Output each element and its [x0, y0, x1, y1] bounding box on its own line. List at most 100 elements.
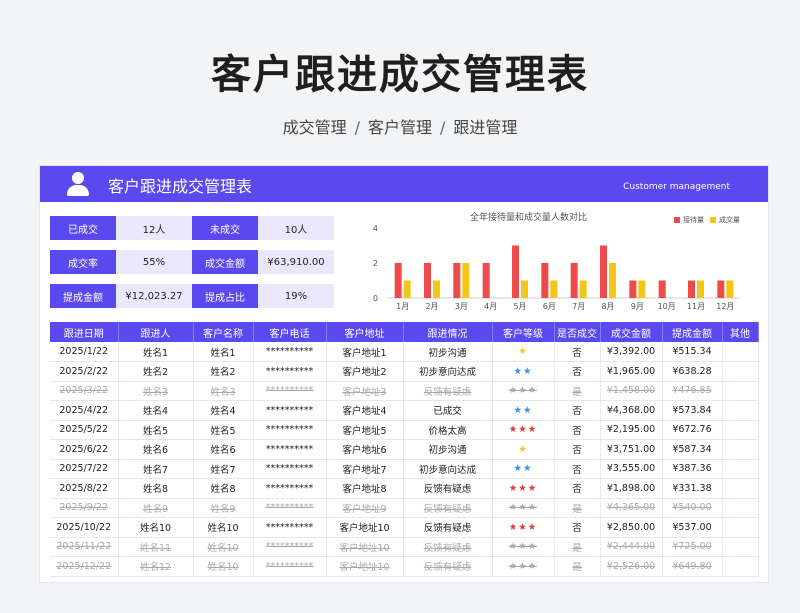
- y-tick-label: 4: [373, 224, 378, 233]
- cell-other: [722, 439, 759, 460]
- cell-deal: 是: [554, 498, 601, 518]
- cell-stars: ★★★: [492, 381, 555, 401]
- chart-legend: 接待量 成交量: [668, 215, 740, 225]
- cell-phone: **********: [253, 381, 327, 401]
- cell-other: [722, 400, 759, 421]
- table-row[interactable]: 2025/9/22 姓名9 姓名9 ********** 客户地址9 反馈有疑虑 ★★★ 是 ¥…: [50, 498, 759, 518]
- cell-stars: ★★★: [492, 537, 555, 557]
- column-header[interactable]: 提成金额: [662, 322, 723, 342]
- cell-stars: ★: [492, 342, 555, 362]
- cell-other: [722, 361, 759, 382]
- breadcrumb-separator: /: [440, 118, 446, 137]
- cell-commission: ¥725.00: [662, 537, 723, 557]
- cell-date: 2025/4/22: [50, 400, 119, 421]
- cell-deal: 否: [554, 517, 601, 538]
- table-row[interactable]: 2025/2/22 姓名2 姓名2 ********** 客户地址2 初步意向达成 ★★ 否 ¥…: [50, 361, 759, 382]
- cell-commission: ¥387.36: [662, 459, 723, 479]
- cell-phone: **********: [253, 459, 327, 479]
- cell-amount: ¥2,526.00: [600, 556, 663, 577]
- cell-amount: ¥3,555.00: [600, 459, 663, 479]
- cell-address: 客户地址3: [326, 381, 404, 401]
- table-row[interactable]: 2025/10/22 姓名10 姓名10 ********** 客户地址10 反馈有疑虑 ★…: [50, 517, 759, 538]
- cell-address: 客户地址4: [326, 400, 404, 421]
- cell-person: 姓名8: [118, 478, 194, 499]
- cell-amount: ¥1,458.00: [600, 381, 663, 401]
- cell-status: 价格太高: [403, 420, 493, 440]
- bar-reception: [482, 263, 490, 298]
- cell-amount: ¥4,365.00: [600, 498, 663, 518]
- cell-customer: 姓名2: [193, 361, 254, 382]
- cell-amount: ¥2,850.00: [600, 517, 663, 538]
- column-header[interactable]: 客户地址: [326, 322, 404, 342]
- cell-deal: 否: [554, 400, 601, 421]
- cell-person: 姓名3: [118, 381, 194, 401]
- cell-commission: ¥476.85: [662, 381, 723, 401]
- cell-other: [722, 342, 759, 362]
- x-tick-label: 9月: [631, 302, 644, 311]
- table-row[interactable]: 2025/4/22 姓名4 姓名4 ********** 客户地址4 已成交 ★★ 否 ¥4,3…: [50, 400, 759, 421]
- bar-reception: [394, 263, 402, 298]
- bar-deal: [462, 263, 470, 298]
- column-header[interactable]: 成交金额: [600, 322, 663, 342]
- table-row[interactable]: 2025/3/22 姓名3 姓名3 ********** 客户地址3 反馈有疑虑 ★★★ 是 ¥…: [50, 381, 759, 401]
- cell-address: 客户地址2: [326, 361, 404, 382]
- table-row[interactable]: 2025/7/22 姓名7 姓名7 ********** 客户地址7 初步意向达成 ★★ 否 ¥…: [50, 459, 759, 479]
- bar-deal: [638, 280, 646, 298]
- cell-stars: ★★★: [492, 420, 555, 440]
- cell-status: 反馈有疑虑: [403, 498, 493, 518]
- bar-deal: [579, 280, 587, 298]
- cell-stars: ★★★: [492, 517, 555, 538]
- column-header[interactable]: 其他: [722, 322, 759, 342]
- table-row[interactable]: 2025/8/22 姓名8 姓名8 ********** 客户地址8 反馈有疑虑 ★★★ 否 ¥…: [50, 478, 759, 499]
- column-header[interactable]: 跟进人: [118, 322, 194, 342]
- cell-deal: 是: [554, 556, 601, 577]
- cell-status: 初步沟通: [403, 439, 493, 460]
- table-row[interactable]: 2025/11/22 姓名11 姓名10 ********** 客户地址10 反馈有疑虑 ★…: [50, 537, 759, 557]
- cell-address: 客户地址1: [326, 342, 404, 362]
- cell-status: 已成交: [403, 400, 493, 421]
- chart-title: 全年接待量和成交量人数对比: [470, 213, 588, 223]
- table-row[interactable]: 2025/5/22 姓名5 姓名5 ********** 客户地址5 价格太高 ★★★ 否 ¥2…: [50, 420, 759, 440]
- cell-customer: 姓名6: [193, 439, 254, 460]
- breadcrumb-item[interactable]: 客户管理: [368, 118, 432, 137]
- bar-deal: [521, 280, 528, 298]
- stat-label: 成交金额: [192, 250, 258, 274]
- cell-customer: 姓名8: [193, 478, 254, 499]
- cell-amount: ¥4,368.00: [600, 400, 663, 421]
- legend-swatch: [710, 217, 716, 223]
- table-row[interactable]: 2025/1/22 姓名1 姓名1 ********** 客户地址1 初步沟通 ★ 否 ¥3,3…: [50, 342, 759, 362]
- cell-customer: 姓名10: [193, 556, 254, 577]
- x-tick-label: 8月: [601, 302, 614, 311]
- cell-other: [722, 517, 759, 538]
- column-header[interactable]: 跟进情况: [403, 322, 493, 342]
- x-tick-label: 12月: [716, 302, 734, 311]
- cell-date: 2025/6/22: [50, 439, 119, 460]
- cell-date: 2025/1/22: [50, 342, 119, 362]
- cell-person: 姓名4: [118, 400, 194, 421]
- column-header[interactable]: 客户电话: [253, 322, 327, 342]
- cell-commission: ¥649.80: [662, 556, 723, 577]
- cell-phone: **********: [253, 439, 327, 460]
- cell-customer: 姓名5: [193, 420, 254, 440]
- breadcrumb-item[interactable]: 成交管理: [283, 118, 347, 137]
- cell-date: 2025/8/22: [50, 478, 119, 499]
- column-header[interactable]: 客户名称: [193, 322, 254, 342]
- y-tick-label: 2: [373, 259, 378, 268]
- column-header[interactable]: 跟进日期: [50, 322, 119, 342]
- breadcrumb-separator: /: [354, 118, 360, 137]
- cell-person: 姓名5: [118, 420, 194, 440]
- table-row[interactable]: 2025/12/22 姓名12 姓名10 ********** 客户地址10 反馈有疑虑 ★…: [50, 556, 759, 577]
- cell-customer: 姓名9: [193, 498, 254, 518]
- legend-item: 成交量: [710, 215, 740, 225]
- legend-label: 成交量: [719, 216, 740, 224]
- column-header[interactable]: 客户等级: [492, 322, 555, 342]
- y-tick-label: 0: [373, 294, 378, 303]
- bar-reception: [541, 263, 549, 298]
- table-row[interactable]: 2025/6/22 姓名6 姓名6 ********** 客户地址6 初步沟通 ★ 否 ¥3,7…: [50, 439, 759, 460]
- breadcrumb-item[interactable]: 跟进管理: [453, 118, 517, 137]
- cell-person: 姓名6: [118, 439, 194, 460]
- column-header[interactable]: 是否成交: [554, 322, 601, 342]
- x-tick-label: 4月: [484, 302, 497, 311]
- cell-amount: ¥1,965.00: [600, 361, 663, 382]
- cell-stars: ★★★: [492, 498, 555, 518]
